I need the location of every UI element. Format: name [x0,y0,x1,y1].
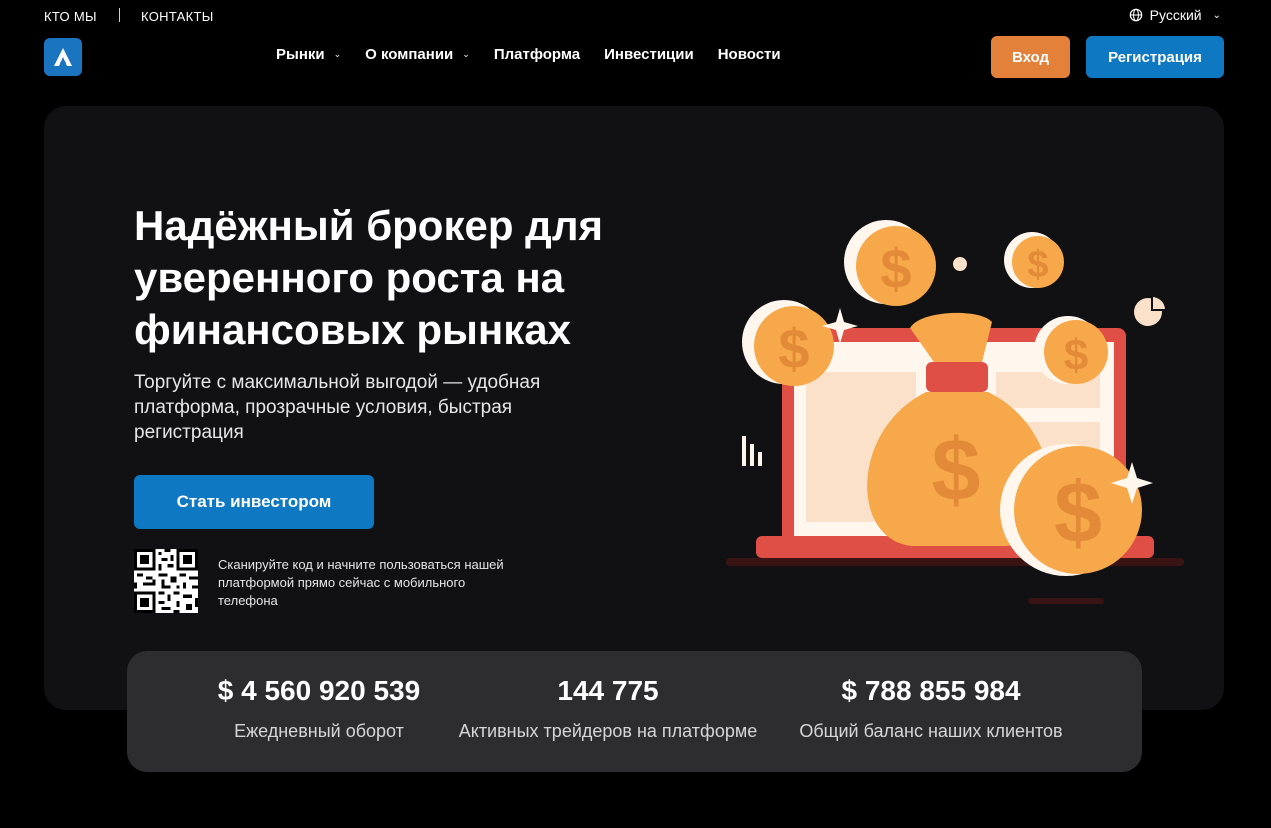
about-link[interactable]: КТО МЫ [44,9,97,24]
contacts-link[interactable]: КОНТАКТЫ [141,9,214,24]
nav-label: Инвестиции [604,46,694,63]
stats-panel: $ 4 560 920 539 Ежедневный оборот 144 77… [127,651,1142,772]
stat-label: Активных трейдеров на платформе [458,721,758,741]
svg-text:$: $ [1054,465,1102,561]
stat-label: Ежедневный оборот [234,721,404,741]
top-bar: КТО МЫ КОНТАКТЫ Русский ⌄ [0,0,1271,32]
login-button[interactable]: Вход [991,36,1070,78]
brand-logo[interactable] [44,38,82,76]
nav-item-platform[interactable]: Платформа [494,46,580,63]
money-bag-illustration: $ $ $ $ $ $ [726,220,1184,604]
chevron-down-icon: ⌄ [462,49,470,59]
chevron-down-icon: ⌄ [1212,9,1221,21]
logo-icon [54,48,72,66]
svg-text:$: $ [778,317,809,380]
qr-code-icon [134,549,198,613]
coin-icon: $ [844,220,936,306]
svg-text:$: $ [1064,331,1088,380]
hero-title: Надёжный брокер для уверенного роста на … [134,202,604,353]
svg-text:$: $ [932,420,981,519]
hero-subtitle: Торгуйте с максимальной выгодой — удобна… [134,372,541,443]
nav-label: Платформа [493,46,581,63]
chevron-down-icon: ⌄ [333,49,342,59]
stat-value: $ 4 560 920 539 [217,675,421,706]
nav-label: Рынки [276,46,325,63]
nav-item-investments[interactable]: Инвестиции [604,46,694,63]
nav-item-markets[interactable]: Рынки ⌄ [276,46,341,63]
globe-icon [1129,8,1142,22]
nav-item-about-company[interactable]: О компании ⌄ [365,46,470,63]
main-nav: Рынки ⌄ О компании ⌄ Платформа Инвестици… [276,46,781,63]
qr-description: Сканируйте код и начните пользоваться на… [218,557,504,608]
nav-label: Новости [717,46,781,63]
stat-active-traders: 144 775 Активных трейдеров на платформе [453,675,763,742]
language-label: Русский [1149,7,1202,23]
top-divider [119,8,120,22]
nav-item-news[interactable]: Новости [718,46,781,63]
register-button[interactable]: Регистрация [1086,36,1224,78]
svg-text:$: $ [880,237,911,300]
stat-client-balance: $ 788 855 984 Общий баланс наших клиенто… [791,675,1071,742]
stat-value: 144 775 [557,675,659,706]
qr-code [134,549,198,613]
stat-value: $ 788 855 984 [841,675,1021,706]
become-investor-button[interactable]: Стать инвестором [134,475,374,529]
nav-label: О компании [365,46,454,63]
stat-daily-turnover: $ 4 560 920 539 Ежедневный оборот [199,675,439,742]
stat-label: Общий баланс наших клиентов [799,721,1063,741]
svg-text:$: $ [1027,244,1048,286]
language-selector[interactable]: Русский ⌄ [1129,7,1221,23]
